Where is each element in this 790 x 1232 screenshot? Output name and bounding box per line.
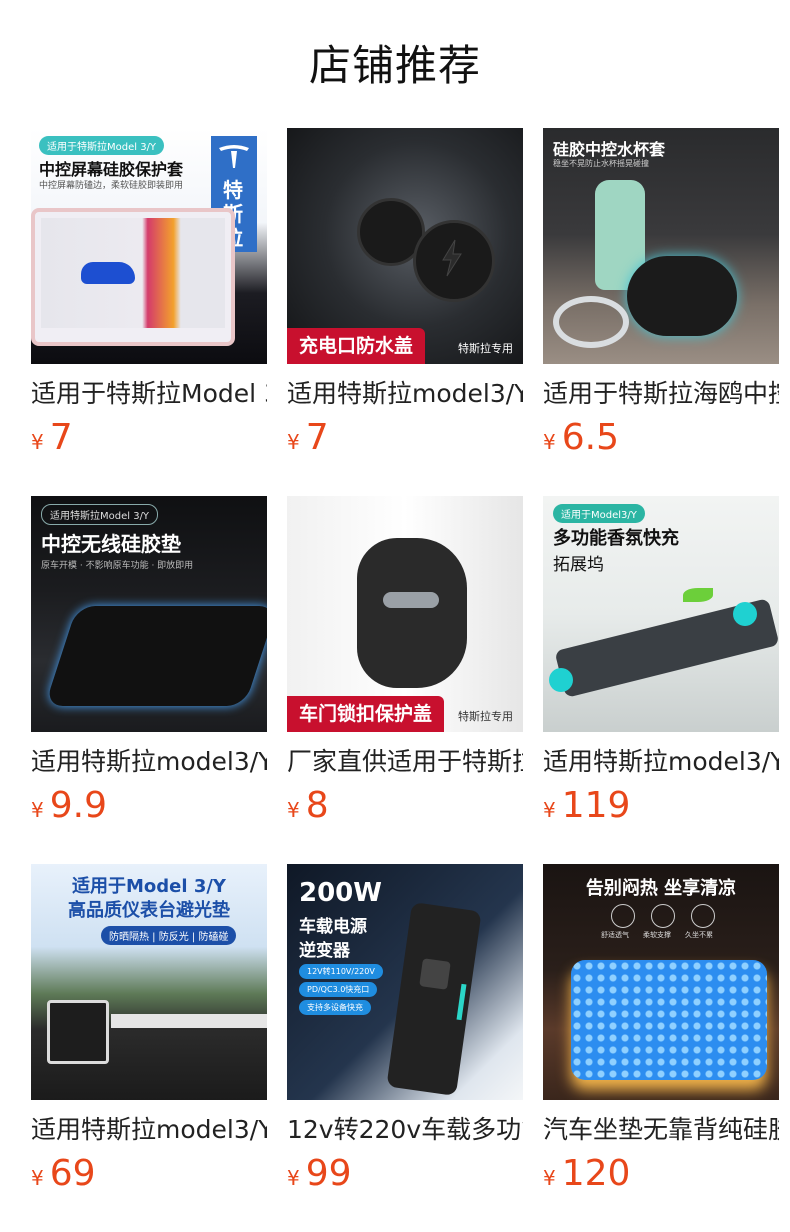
product-name[interactable]: 适用特斯拉model3/Y中控无线硅胶垫: [31, 742, 267, 782]
currency-symbol: ¥: [287, 1166, 300, 1190]
feature-chip: PD/QC3.0快充口: [299, 982, 378, 997]
price-amount: 99: [305, 1153, 352, 1194]
currency-symbol: ¥: [543, 798, 556, 822]
currency-symbol: ¥: [287, 798, 300, 822]
currency-symbol: ¥: [543, 1166, 556, 1190]
dash-trim: [111, 1014, 267, 1028]
dash-screen: [47, 1000, 109, 1064]
product-price: ¥8: [287, 784, 329, 828]
image-headline: 中控无线硅胶垫: [41, 532, 181, 556]
fan-right: [733, 602, 757, 626]
product-price: ¥7: [287, 416, 329, 460]
charging-port-icon: [442, 239, 462, 277]
fit-pill: 适用于特斯拉Model 3/Y: [39, 136, 165, 155]
product-name[interactable]: 适用于特斯拉Model 3/Y中控屏幕硅胶保护套: [31, 374, 267, 414]
feature-label: 舒适透气: [601, 931, 629, 939]
product-price: ¥69: [31, 1152, 96, 1196]
image-tag: 车门锁扣保护盖: [287, 696, 445, 732]
price-amount: 119: [561, 785, 631, 826]
currency-symbol: ¥: [287, 430, 300, 454]
image-headline: 硅胶中控水杯套: [553, 140, 666, 159]
product-price: ¥99: [287, 1152, 352, 1196]
product-price: ¥119: [543, 784, 630, 828]
image-headline: 多功能香氛快充: [553, 528, 679, 549]
product-image[interactable]: 200W 车载电源 逆变器 12V转110V/220V PD/QC3.0快充口 …: [287, 864, 523, 1100]
image-headline-1: 适用于Model 3/Y: [72, 876, 226, 897]
image-subtext: 中控屏幕防磕边，柔软硅胶即装即用: [39, 181, 184, 191]
car-graphic: [81, 262, 135, 284]
currency-symbol: ¥: [543, 430, 556, 454]
product-image[interactable]: 车门锁扣保护盖 特斯拉专用: [287, 496, 523, 732]
product-price: ¥120: [543, 1152, 630, 1196]
page-title: 店铺推荐: [308, 41, 481, 90]
product-image[interactable]: 适用特斯拉Model 3/Y 中控无线硅胶垫 原车开模 · 不影响原车功能 · …: [31, 496, 267, 732]
image-headline-3: 逆变器: [299, 941, 350, 961]
product-name[interactable]: 厂家直供适用于特斯拉车门锁扣保护盖: [287, 742, 523, 782]
image-headline: 中控屏幕硅胶保护套: [39, 160, 184, 179]
price-amount: 8: [305, 785, 329, 826]
feature-icon-1: [611, 904, 635, 928]
feature-chip: 12V转110V/220V: [299, 964, 383, 979]
product-image[interactable]: 适用于Model3/Y 多功能香氛快充 拓展坞: [543, 496, 779, 732]
currency-symbol: ¥: [31, 430, 44, 454]
feature-badge: 防晒隔热 | 防反光 | 防磕碰: [101, 926, 237, 945]
feature-label: 柔软支撑: [643, 931, 671, 939]
image-headline-2: 车载电源: [299, 917, 367, 937]
feature-icon-2: [651, 904, 675, 928]
fit-pill: 适用于Model3/Y: [553, 504, 645, 523]
silicone-pad: [44, 606, 267, 706]
fit-pill: 适用特斯拉Model 3/Y: [41, 504, 159, 525]
currency-symbol: ¥: [31, 1166, 44, 1190]
screen-display: [41, 218, 225, 328]
image-tag-sub: 特斯拉专用: [458, 342, 513, 355]
image-tag-sub: 特斯拉专用: [458, 710, 513, 723]
cup-holder-ring: [553, 296, 629, 348]
tesla-logo-icon: [219, 145, 249, 168]
product-price: ¥7: [31, 416, 73, 460]
product-image[interactable]: 适用于Model 3/Y 高品质仪表台避光垫 防晒隔热 | 防反光 | 防磕碰: [31, 864, 267, 1100]
image-headline-2: 高品质仪表台避光垫: [68, 900, 230, 921]
image-headline-1: 200W: [299, 878, 382, 908]
product-name[interactable]: 适用特斯拉model3/Y充电口防水盖: [287, 374, 523, 414]
price-amount: 9.9: [49, 785, 107, 826]
cup-sleeve: [627, 256, 737, 336]
fan-left: [549, 668, 573, 692]
product-name[interactable]: 适用特斯拉model3/Y多功能香氛快充拓展坞: [543, 742, 779, 782]
inverter-socket: [419, 958, 451, 990]
lock-latch: [383, 592, 439, 608]
currency-symbol: ¥: [31, 798, 44, 822]
door-lock-cover: [357, 538, 467, 688]
product-name[interactable]: 汽车坐垫无靠背纯硅胶凉垫: [543, 1110, 779, 1150]
leaf: [683, 588, 713, 602]
product-price: ¥6.5: [543, 416, 619, 460]
product-image[interactable]: 硅胶中控水杯套 稳坐不晃防止水杯摇晃碰撞: [543, 128, 779, 364]
image-tag: 充电口防水盖: [287, 328, 426, 364]
feature-label: 久坐不累: [685, 931, 713, 939]
product-image[interactable]: 告别闷热 坐享清凉 舒适透气 柔软支撑 久坐不累: [543, 864, 779, 1100]
screen-frame: [31, 208, 235, 346]
feature-icon-3: [691, 904, 715, 928]
price-amount: 69: [49, 1153, 96, 1194]
price-amount: 7: [49, 417, 73, 458]
inverter-body: [386, 902, 482, 1096]
product-price: ¥9.9: [31, 784, 107, 828]
image-subtext: 原车开模 · 不影响原车功能 · 即放即用: [41, 561, 194, 571]
price-amount: 6.5: [561, 417, 619, 458]
product-image[interactable]: 适用于特斯拉Model 3/Y 中控屏幕硅胶保护套 中控屏幕防磕边，柔软硅胶即装…: [31, 128, 267, 364]
feature-chip: 支持多设备快充: [299, 1000, 371, 1015]
image-subtext: 拓展坞: [553, 555, 604, 575]
image-headline: 告别闷热 坐享清凉: [585, 878, 737, 899]
price-amount: 7: [305, 417, 329, 458]
product-name[interactable]: 适用于特斯拉海鸥中控硅胶水杯套: [543, 374, 779, 414]
product-name[interactable]: 适用特斯拉model3/Y仪表台避光垫: [31, 1110, 267, 1150]
product-image[interactable]: 充电口防水盖 特斯拉专用: [287, 128, 523, 364]
price-amount: 120: [561, 1153, 631, 1194]
gel-cushion: [571, 960, 767, 1080]
product-name[interactable]: 12v转220v车载多功能电源逆变器: [287, 1110, 523, 1150]
image-subtext: 稳坐不晃防止水杯摇晃碰撞: [553, 159, 649, 168]
